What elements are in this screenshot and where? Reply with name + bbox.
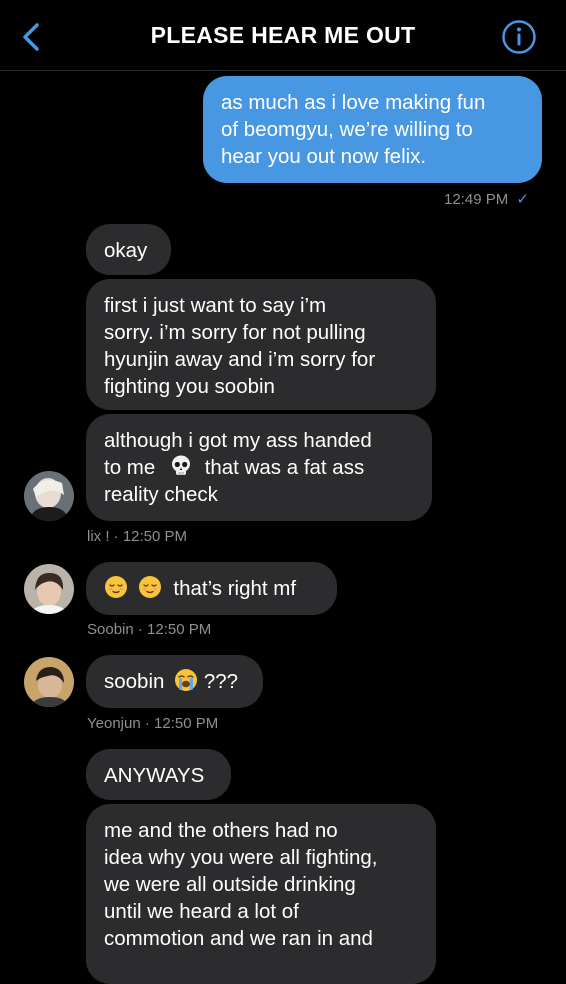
message-timestamp: 12:49 PM ✓	[444, 191, 529, 208]
incoming-message[interactable]: although i got my ass handed to me that …	[86, 414, 432, 521]
sender-label: Yeonjun · 12:50 PM	[87, 715, 219, 732]
incoming-message[interactable]: ANYWAYS	[86, 749, 231, 800]
incoming-message[interactable]: soobin ???	[86, 655, 263, 708]
relieved-face-emoji	[138, 576, 161, 598]
info-circle-icon[interactable]	[501, 19, 537, 55]
message-line: although i got my ass handed	[104, 429, 372, 452]
sender-label: Soobin · 12:50 PM	[87, 621, 212, 638]
chat-title: PLEASE HEAR ME OUT	[150, 22, 416, 48]
incoming-message[interactable]: okay	[86, 224, 171, 275]
incoming-message[interactable]: that’s right mf	[86, 562, 337, 615]
avatar-soobin[interactable]	[24, 564, 74, 614]
avatar-lix[interactable]	[24, 471, 74, 521]
sender-label: lix ! · 12:50 PM	[87, 528, 188, 545]
outgoing-message[interactable]: as much as i love making fun of beomgyu,…	[203, 76, 542, 183]
loudly-crying-face-emoji	[175, 669, 198, 691]
incoming-message[interactable]: first i just want to say i’m sorry. i’m …	[86, 279, 436, 410]
message-line: to me that was a fat ass	[104, 455, 365, 479]
relieved-face-emoji	[105, 576, 127, 598]
skull-emoji	[171, 455, 190, 475]
message-line: reality check	[104, 483, 218, 506]
chat-header: PLEASE HEAR ME OUT	[0, 0, 566, 71]
avatar-yeonjun[interactable]	[24, 657, 74, 707]
incoming-message[interactable]: me and the others had no idea why you we…	[86, 804, 436, 984]
read-check-icon: ✓	[516, 191, 529, 208]
